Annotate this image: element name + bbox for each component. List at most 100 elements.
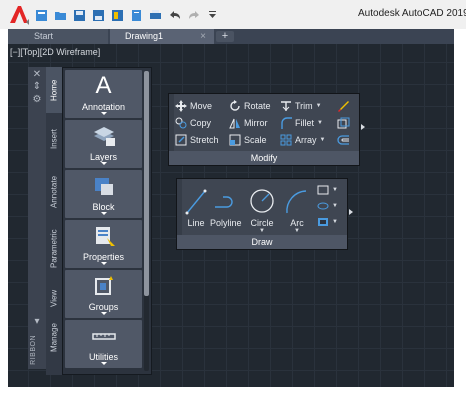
panel-grip[interactable] [177, 179, 182, 235]
hatch-button[interactable]: ▼ [317, 217, 338, 227]
fillet-label: Fillet [295, 118, 315, 128]
arc-button[interactable]: Arc ▼ [284, 187, 310, 234]
panel-utilities[interactable]: Utilities [65, 320, 142, 368]
rectangle-icon [317, 185, 329, 195]
new-file-icon[interactable] [34, 8, 49, 23]
tab-drawing1[interactable]: Drawing1 × [110, 29, 214, 44]
save-web-icon[interactable] [129, 8, 144, 23]
panel-label: Annotation [81, 102, 126, 112]
panel-properties[interactable]: Properties [65, 220, 142, 268]
scale-button[interactable]: Scale [229, 134, 267, 146]
properties-icon [65, 223, 142, 249]
explode-button[interactable] [337, 117, 350, 129]
offset-curve-icon [337, 135, 349, 145]
ellipse-dropdown-icon[interactable]: ▼ [332, 203, 338, 209]
circle-label: Circle [250, 218, 274, 228]
panel-label: Layers [89, 152, 117, 162]
mirror-button[interactable]: Mirror [229, 117, 268, 129]
move-button[interactable]: Move [175, 100, 212, 112]
polyline-button[interactable]: Polyline [210, 189, 242, 228]
tab-start[interactable]: Start [8, 29, 108, 44]
layers-icon [65, 123, 142, 149]
tab-parametric[interactable]: Parametric [46, 219, 62, 279]
array-button[interactable]: Array ▼ [280, 134, 325, 146]
new-tab-button[interactable]: + [216, 31, 234, 42]
ribbon-label: RIBBON [30, 335, 37, 365]
plot-icon[interactable] [148, 8, 163, 23]
circle-button[interactable]: Circle ▼ [249, 187, 275, 234]
array-icon [280, 134, 292, 146]
fillet-button[interactable]: Fillet ▼ [280, 117, 323, 129]
close-icon[interactable]: × [200, 29, 206, 44]
undo-icon[interactable] [167, 8, 182, 23]
erase-button[interactable] [337, 99, 350, 112]
copy-icon [175, 117, 187, 129]
text-a-icon: A [95, 72, 112, 99]
tab-drawing1-label: Drawing1 [125, 31, 164, 41]
properties-gear-icon[interactable]: ⚙ [32, 95, 42, 105]
title-bar: Autodesk AutoCAD 2019 [0, 0, 466, 29]
panel-block[interactable]: Block [65, 170, 142, 218]
tab-annotate[interactable]: Annotate [46, 165, 62, 219]
circle-icon [250, 189, 274, 213]
array-dropdown-icon[interactable]: ▼ [320, 137, 326, 143]
array-label: Array [295, 135, 317, 145]
panel-layers[interactable]: Layers [65, 120, 142, 168]
hatch-dropdown-icon[interactable]: ▼ [332, 219, 338, 225]
panel-groups[interactable]: Groups [65, 270, 142, 318]
customize-toolbar-icon[interactable] [205, 8, 220, 23]
rotate-label: Rotate [244, 101, 271, 111]
mirror-label: Mirror [244, 118, 268, 128]
file-tab-bar: Start Drawing1 × + [8, 29, 454, 44]
modify-panel-title: Modify [169, 151, 359, 165]
ellipse-button[interactable]: ▼ [317, 201, 338, 211]
arc-dropdown-icon[interactable]: ▼ [294, 228, 300, 234]
redo-icon[interactable] [186, 8, 201, 23]
rectangle-dropdown-icon[interactable]: ▼ [332, 187, 338, 193]
trim-button[interactable]: Trim ▼ [280, 100, 322, 112]
panel-label: Groups [88, 302, 119, 312]
chevron-down-icon [101, 362, 107, 365]
chevron-down-icon [101, 262, 107, 265]
save-icon[interactable] [72, 8, 87, 23]
measure-icon [65, 323, 142, 349]
arc-icon [286, 190, 307, 214]
trim-dropdown-icon[interactable]: ▼ [316, 103, 322, 109]
viewport-controls[interactable]: [−][Top][2D Wireframe] [10, 47, 100, 57]
chevron-down-icon[interactable]: ▾ [32, 317, 42, 327]
circle-dropdown-icon[interactable]: ▼ [259, 228, 265, 234]
chevron-right-icon[interactable] [361, 124, 365, 130]
mirror-icon [229, 118, 240, 129]
rotate-icon [230, 100, 240, 111]
chevron-down-icon [101, 112, 107, 115]
autohide-icon[interactable]: ⇕ [32, 82, 42, 92]
tab-view[interactable]: View [46, 279, 62, 317]
tab-insert[interactable]: Insert [46, 113, 62, 165]
stretch-button[interactable]: Stretch [175, 134, 219, 146]
scroll-thumb[interactable] [144, 71, 149, 296]
polyline-label: Polyline [210, 218, 242, 228]
save-as-icon[interactable] [91, 8, 106, 23]
line-button[interactable]: Line [185, 189, 207, 228]
fillet-dropdown-icon[interactable]: ▼ [317, 120, 323, 126]
open-web-icon[interactable] [110, 8, 125, 23]
tab-manage[interactable]: Manage [46, 317, 62, 359]
autocad-logo-icon[interactable] [8, 4, 30, 25]
chevron-right-icon[interactable] [349, 209, 353, 215]
copy-button[interactable]: Copy [175, 117, 211, 129]
ribbon-palette-strip: ✕ ⇕ ⚙ ▾ RIBBON [28, 67, 46, 369]
tab-home[interactable]: Home [46, 67, 62, 113]
hatch-icon [318, 218, 328, 226]
panel-annotation[interactable]: A Annotation [65, 70, 142, 118]
ribbon-tabs: Home Insert Annotate Parametric View Man… [46, 67, 62, 375]
offset-button[interactable] [337, 134, 350, 146]
rotate-button[interactable]: Rotate [229, 100, 271, 112]
rectangle-button[interactable]: ▼ [317, 185, 338, 195]
close-icon[interactable]: ✕ [32, 70, 42, 80]
block-icon [65, 173, 142, 199]
panel-grip[interactable] [169, 94, 174, 151]
line-label: Line [187, 218, 205, 228]
open-folder-icon[interactable] [53, 8, 68, 23]
ribbon-scrollbar[interactable] [144, 71, 149, 371]
drawing-canvas[interactable]: [−][Top][2D Wireframe] ✕ ⇕ ⚙ ▾ RIBBON Ho… [8, 44, 454, 387]
